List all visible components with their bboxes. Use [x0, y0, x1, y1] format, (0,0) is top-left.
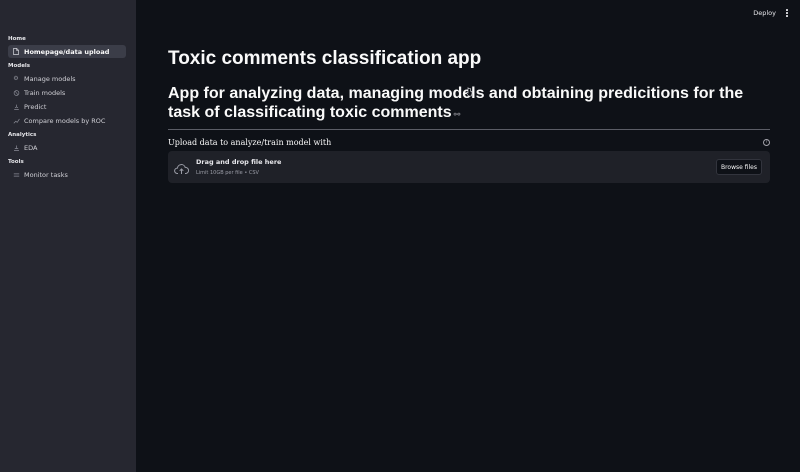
analytics-icon — [12, 145, 20, 151]
app-header: Deploy — [136, 0, 800, 28]
sidebar-section-models: Models — [8, 63, 31, 69]
deploy-button[interactable]: Deploy — [753, 9, 776, 17]
dropzone-instructions: Drag and drop file here Limit 10GB per f… — [196, 158, 281, 176]
sidebar-item-label: Compare models by ROC — [24, 116, 106, 125]
sidebar: Home Homepage/data upload Models ⚙ Manag… — [0, 0, 136, 472]
browse-files-button[interactable]: Browse files — [715, 159, 762, 175]
divider — [168, 129, 770, 130]
document-icon — [12, 48, 20, 55]
main-content: Toxic comments classification app App fo… — [168, 44, 770, 183]
drop-main-text: Drag and drop file here — [196, 158, 282, 166]
link-anchor-icon[interactable]: ⚯ — [454, 110, 461, 119]
dumbbell-icon — [12, 89, 20, 96]
uploader-label-row: Upload data to analyze/train model with … — [168, 136, 770, 148]
gear-icon: ⚙ — [13, 75, 19, 82]
sidebar-item-label: Manage models — [24, 74, 76, 83]
sidebar-item-label: Monitor tasks — [24, 170, 68, 179]
drop-limit-text: Limit 10GB per file • CSV — [196, 170, 259, 176]
sidebar-item-label: Predict — [24, 102, 47, 111]
sidebar-item-eda[interactable]: EDA — [8, 141, 126, 154]
sidebar-item-manage-models[interactable]: ⚙ Manage models — [8, 72, 126, 85]
mouse-cursor-icon — [465, 82, 473, 101]
sidebar-section-tools: Tools — [8, 159, 24, 165]
sidebar-section-home: Home — [8, 36, 26, 42]
sidebar-item-monitor-tasks[interactable]: Monitor tasks — [8, 168, 126, 181]
sidebar-section-analytics: Analytics — [8, 132, 37, 138]
help-icon[interactable]: ? — [763, 138, 770, 146]
sidebar-item-train-models[interactable]: Train models — [8, 86, 126, 99]
file-dropzone[interactable]: Drag and drop file here Limit 10GB per f… — [168, 151, 770, 183]
page-title: Toxic comments classification app — [168, 48, 482, 69]
sidebar-item-label: Train models — [24, 88, 66, 97]
cloud-upload-icon — [174, 160, 190, 179]
list-icon — [12, 172, 20, 178]
sidebar-item-label: Homepage/data upload — [24, 47, 110, 56]
sidebar-item-predict[interactable]: Predict — [8, 100, 126, 113]
predict-icon — [12, 104, 20, 110]
sidebar-item-compare-roc[interactable]: Compare models by ROC — [8, 114, 126, 127]
sidebar-item-label: EDA — [24, 143, 38, 152]
chart-icon — [12, 118, 20, 124]
uploader-label: Upload data to analyze/train model with — [168, 137, 332, 147]
kebab-menu-icon[interactable] — [784, 7, 790, 19]
sidebar-item-homepage[interactable]: Homepage/data upload — [8, 45, 126, 58]
